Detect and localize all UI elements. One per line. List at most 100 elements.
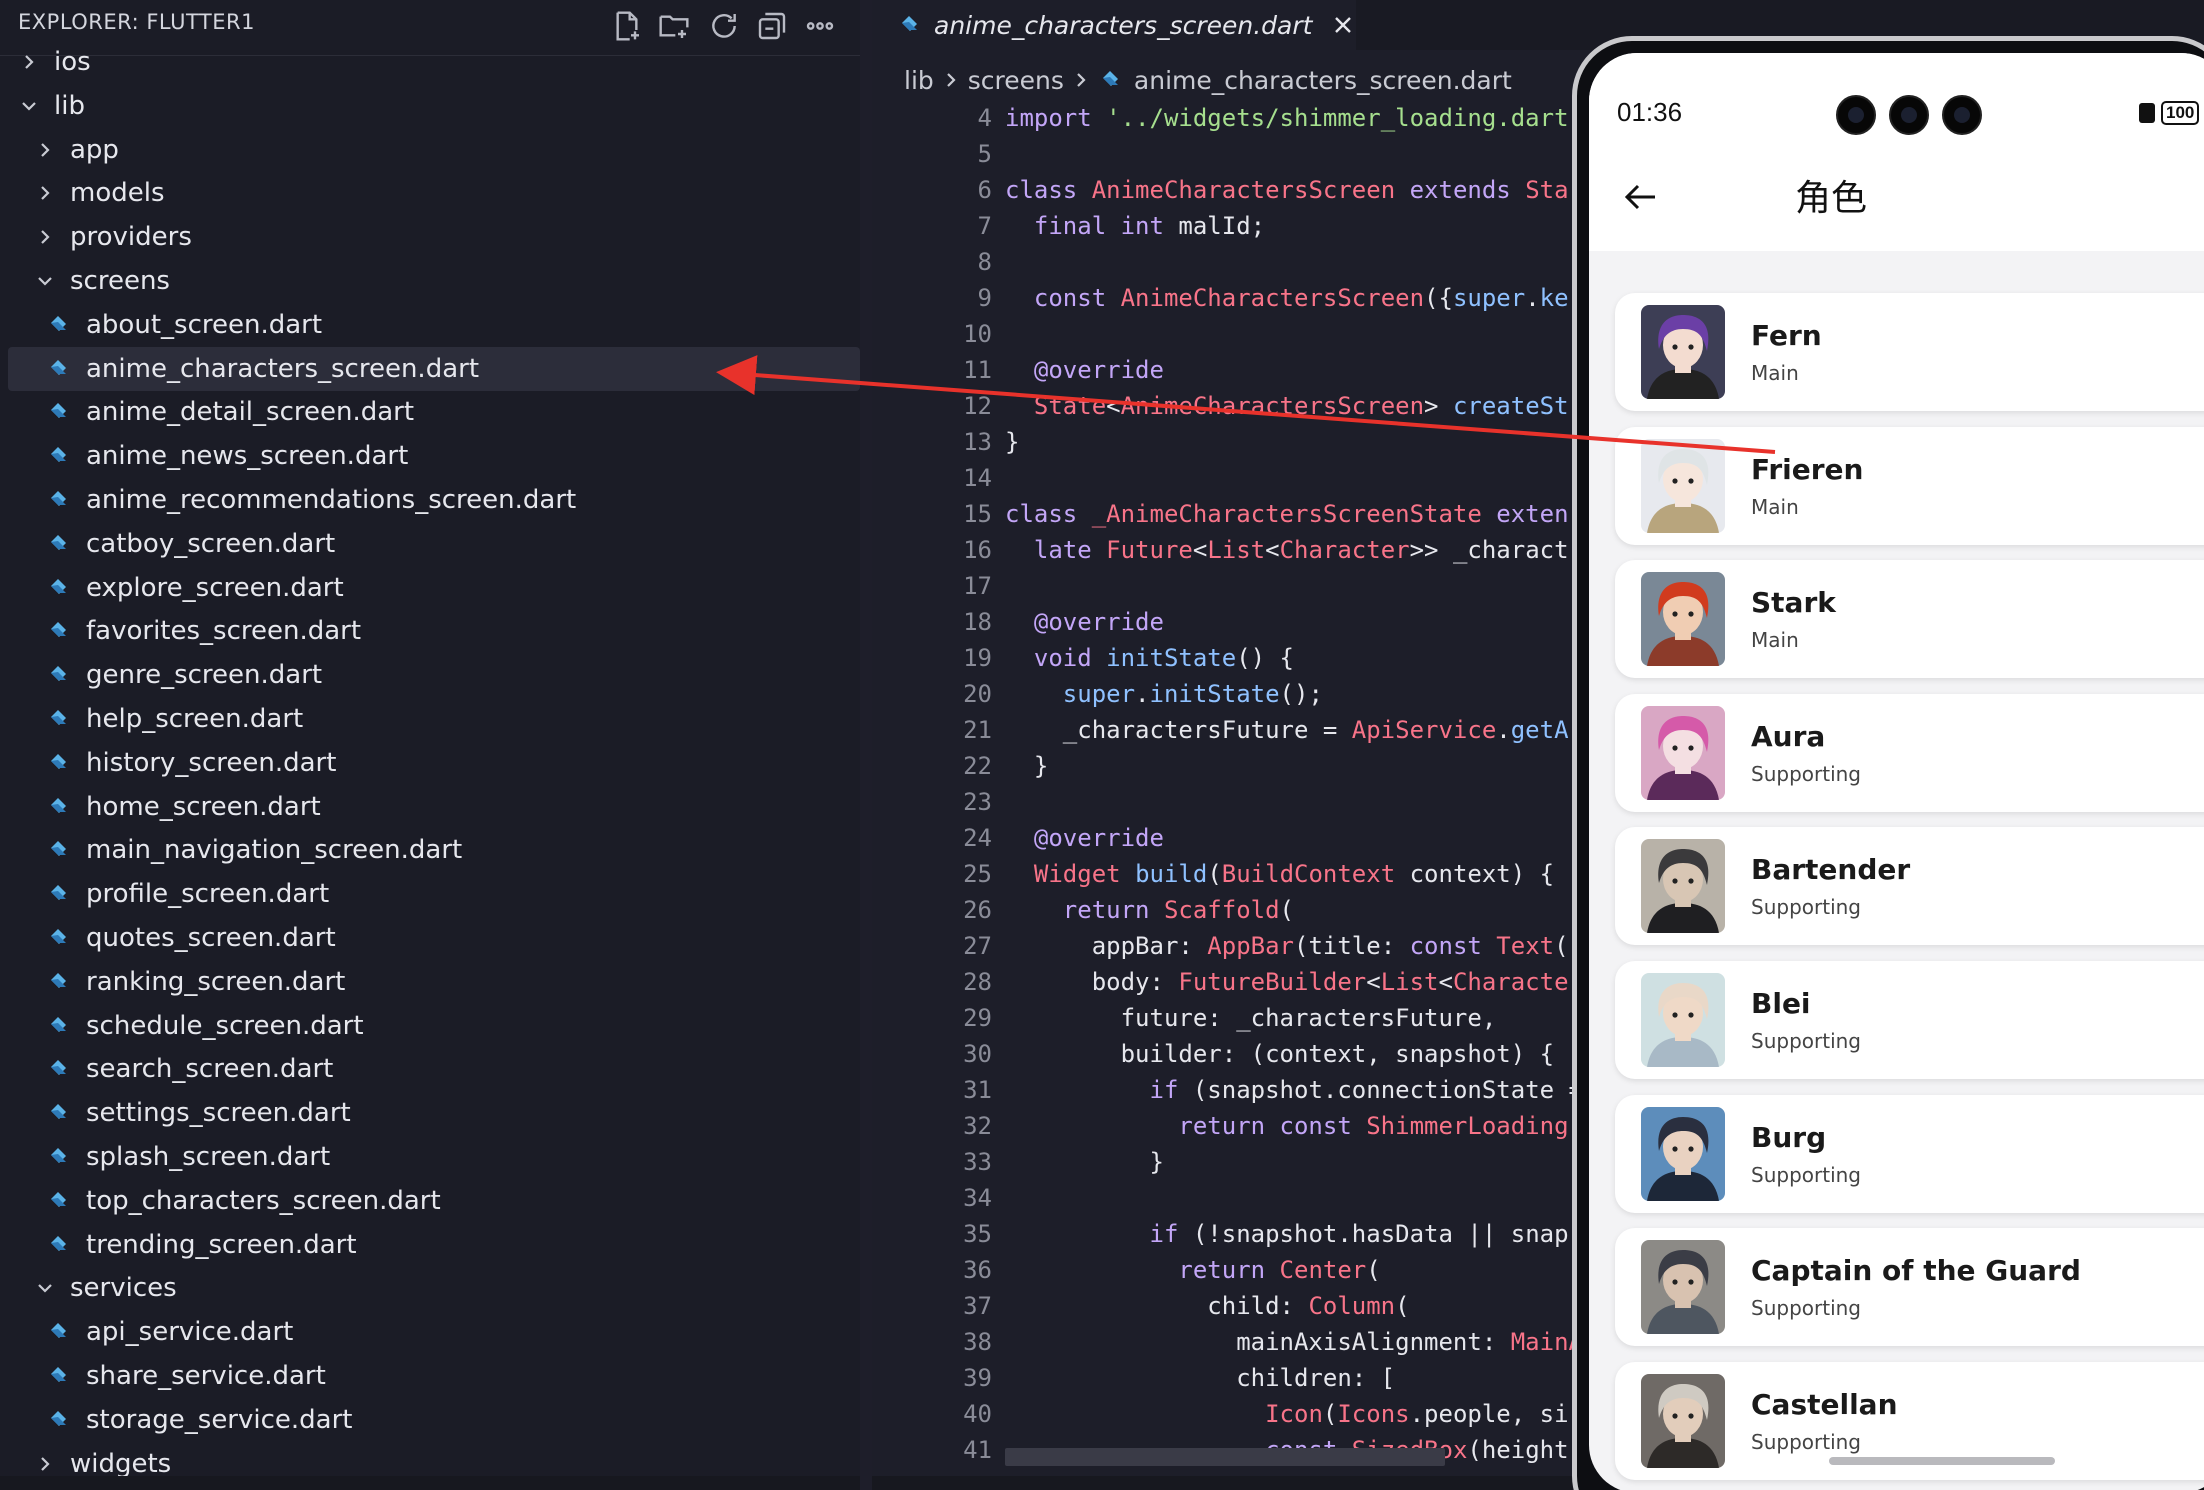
file-genre-screen-dart[interactable]: genre_screen.dart: [0, 653, 860, 697]
dart-file-icon: [46, 1188, 72, 1214]
tree-item-label: help_screen.dart: [86, 704, 304, 734]
tree-item-label: search_screen.dart: [86, 1054, 334, 1085]
code-token: (title:: [1294, 932, 1410, 960]
file-api-service-dart[interactable]: api_service.dart: [0, 1310, 860, 1354]
file-search-screen-dart[interactable]: search_screen.dart: [0, 1047, 860, 1091]
code-token: ({: [1424, 284, 1453, 312]
breadcrumb-screens[interactable]: screens: [968, 66, 1064, 95]
code-token: <: [1438, 968, 1453, 996]
code-token: FutureBuilder: [1178, 968, 1367, 996]
breadcrumb: lib screens anime_characters_screen.dart: [904, 62, 1512, 98]
file-share-service-dart[interactable]: share_service.dart: [0, 1354, 860, 1398]
file-main-navigation-screen-dart[interactable]: main_navigation_screen.dart: [0, 828, 860, 872]
line-number: 34: [963, 1184, 992, 1212]
file-storage-service-dart[interactable]: storage_service.dart: [0, 1398, 860, 1442]
file-splash-screen-dart[interactable]: splash_screen.dart: [0, 1135, 860, 1179]
file-catboy-screen-dart[interactable]: catboy_screen.dart: [0, 522, 860, 566]
close-icon[interactable]: [1330, 10, 1356, 40]
tree-item-label: schedule_screen.dart: [86, 1010, 364, 1041]
tree-item-label: splash_screen.dart: [86, 1142, 331, 1172]
character-card[interactable]: Fern Main: [1615, 293, 2204, 411]
character-card[interactable]: Burg Supporting: [1615, 1094, 2204, 1213]
character-card[interactable]: Bartender Supporting: [1615, 827, 2204, 946]
file-settings-screen-dart[interactable]: settings_screen.dart: [0, 1091, 860, 1135]
line-number: 10: [963, 320, 992, 348]
home-indicator[interactable]: [1829, 1457, 2055, 1465]
character-role: Main: [1751, 628, 1799, 653]
dart-file-icon: [46, 969, 72, 995]
file-trending-screen-dart[interactable]: trending_screen.dart: [0, 1223, 860, 1267]
line-number: 8: [977, 248, 992, 276]
line-number: 11: [963, 356, 992, 384]
chevron-right-icon: [944, 73, 958, 87]
code-token: ShimmerLoading: [1366, 1112, 1569, 1140]
tab-anime-characters-screen[interactable]: anime_characters_screen.dart: [872, 0, 1356, 50]
dart-file-icon: [46, 1056, 72, 1082]
file-anime-characters-screen-dart[interactable]: anime_characters_screen.dart: [8, 346, 860, 391]
folder-models[interactable]: models: [0, 171, 860, 215]
code-token: Characte: [1452, 968, 1569, 996]
folder-app[interactable]: app: [0, 128, 860, 172]
code-token: child:: [1005, 1292, 1309, 1320]
character-avatar: [1641, 1373, 1725, 1468]
dart-file-icon: [46, 618, 72, 644]
folder-providers[interactable]: providers: [0, 215, 860, 259]
folder-lib[interactable]: lib: [0, 84, 860, 128]
code-token: (snapshot.connectionState =: [1192, 1076, 1583, 1104]
character-card[interactable]: Blei Supporting: [1615, 961, 2204, 1079]
file-help-screen-dart[interactable]: help_screen.dart: [0, 697, 860, 741]
file-profile-screen-dart[interactable]: profile_screen.dart: [0, 872, 860, 916]
folder-services[interactable]: services: [0, 1266, 860, 1310]
file-top-characters-screen-dart[interactable]: top_characters_screen.dart: [0, 1179, 860, 1223]
code-token: AppBar: [1207, 932, 1294, 960]
line-number: 17: [963, 572, 992, 600]
file-history-screen-dart[interactable]: history_screen.dart: [0, 741, 860, 785]
code-token: const: [1409, 932, 1497, 960]
file-schedule-screen-dart[interactable]: schedule_screen.dart: [0, 1004, 860, 1048]
tree-item-label: ranking_screen.dart: [86, 966, 346, 997]
character-avatar: [1641, 438, 1725, 533]
code-token: Column: [1308, 1292, 1396, 1320]
code-token: (: [1322, 1400, 1338, 1428]
folder-screens[interactable]: screens: [0, 259, 860, 303]
file-explore-screen-dart[interactable]: explore_screen.dart: [0, 566, 860, 610]
file-ranking-screen-dart[interactable]: ranking_screen.dart: [0, 960, 860, 1004]
code-token: return const: [1178, 1112, 1367, 1140]
line-number: 4: [977, 104, 992, 132]
code-token: ApiService: [1351, 716, 1497, 744]
dart-file-icon: [1098, 67, 1124, 93]
code-token: if: [1149, 1076, 1193, 1104]
character-card[interactable]: Aura Supporting: [1615, 693, 2204, 812]
horizontal-scrollbar[interactable]: [1005, 1448, 1445, 1466]
line-number: 40: [963, 1400, 992, 1428]
code-token: _AnimeCharactersScreenState: [1091, 500, 1497, 528]
character-card[interactable]: Stark Main: [1615, 560, 2204, 679]
character-card[interactable]: Frieren Main: [1615, 426, 2204, 545]
file-anime-detail-screen-dart[interactable]: anime_detail_screen.dart: [0, 390, 860, 434]
tree-item-label: main_navigation_screen.dart: [86, 835, 463, 866]
file-about-screen-dart[interactable]: about_screen.dart: [0, 303, 860, 347]
dart-file-icon: [46, 531, 72, 557]
line-number: 28: [963, 968, 992, 996]
code-token: .: [1525, 284, 1540, 312]
code-token: initState: [1149, 680, 1280, 708]
file-anime-recommendations-screen-dart[interactable]: anime_recommendations_screen.dart: [0, 478, 860, 522]
dart-file-icon: [46, 487, 72, 513]
file-home-screen-dart[interactable]: home_screen.dart: [0, 785, 860, 829]
file-quotes-screen-dart[interactable]: quotes_screen.dart: [0, 916, 860, 960]
breadcrumb-file[interactable]: anime_characters_screen.dart: [1134, 66, 1512, 95]
line-number: 31: [963, 1076, 992, 1104]
explorer-title: EXPLORER: FLUTTER1: [18, 10, 255, 34]
tree-item-label: anime_characters_screen.dart: [86, 353, 480, 384]
file-favorites-screen-dart[interactable]: favorites_screen.dart: [0, 609, 860, 653]
code-token: Icons: [1337, 1400, 1410, 1428]
folder-ios[interactable]: ios: [0, 40, 860, 84]
breadcrumb-lib[interactable]: lib: [904, 66, 934, 95]
code-token: context) {: [1409, 860, 1555, 888]
file-anime-news-screen-dart[interactable]: anime_news_screen.dart: [0, 434, 860, 478]
tree-item-label: lib: [54, 90, 85, 121]
character-card[interactable]: Captain of the Guard Supporting: [1615, 1228, 2204, 1347]
